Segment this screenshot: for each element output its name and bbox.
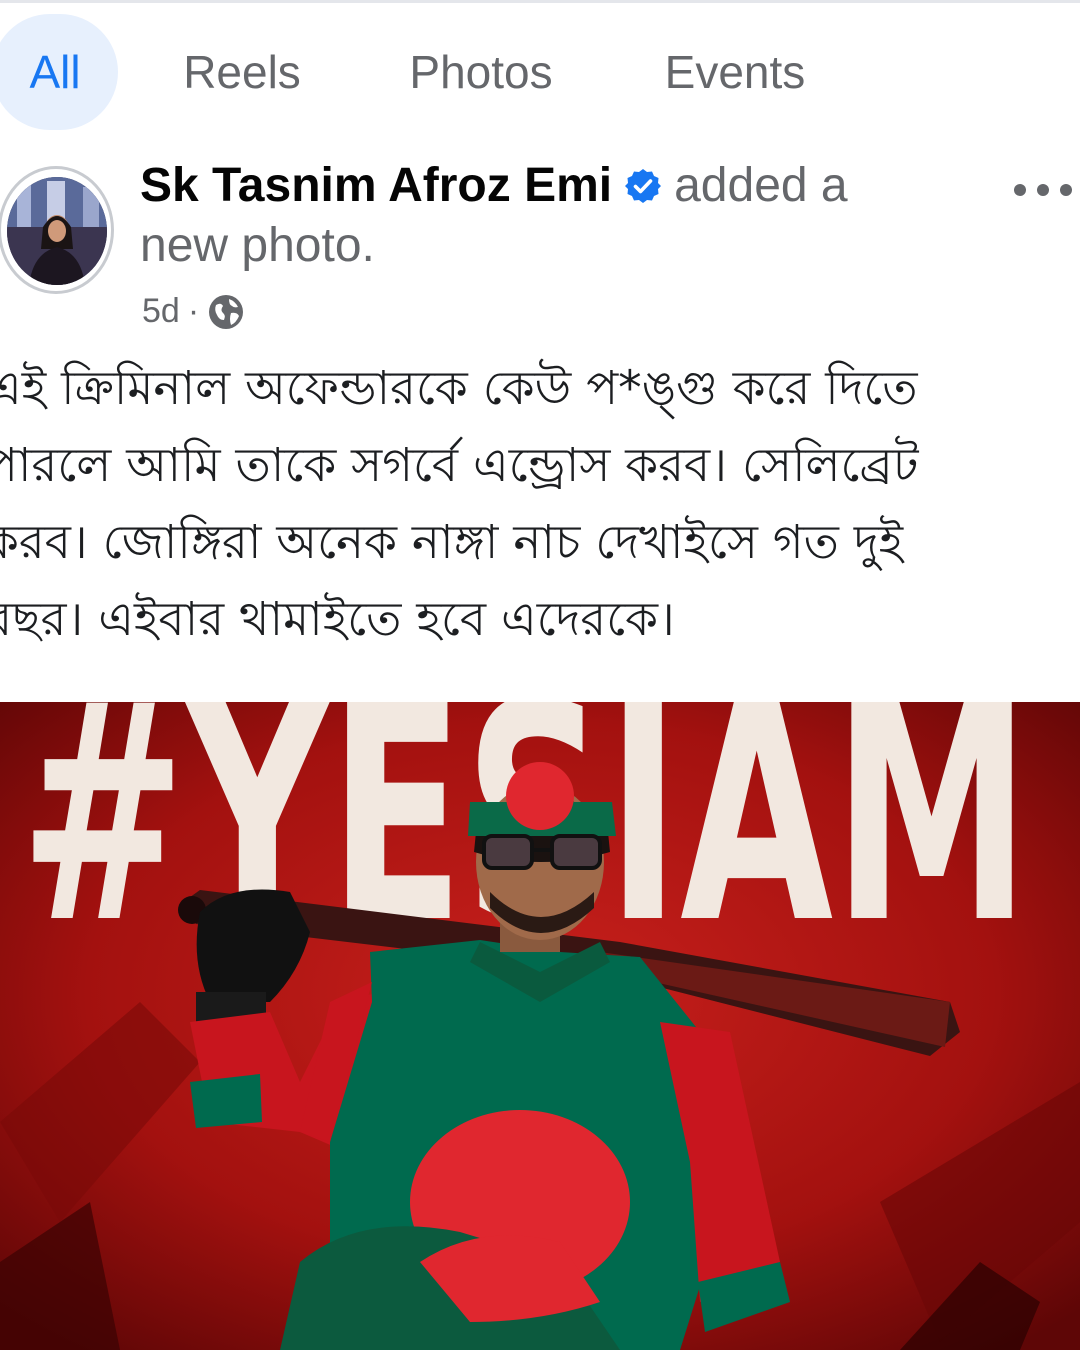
author-line: Sk Tasnim Afroz Emi added a new photo. (140, 156, 960, 276)
more-options-icon[interactable] (1010, 170, 1076, 210)
post-time[interactable]: 5d (142, 292, 180, 331)
tab-events[interactable]: Events (660, 14, 810, 130)
meta-separator: · (187, 292, 200, 330)
action-text-line2: new photo. (140, 219, 375, 272)
author-avatar[interactable] (0, 166, 114, 294)
top-divider (0, 0, 1080, 3)
tab-all[interactable]: All (0, 14, 118, 130)
tab-reels[interactable]: Reels (180, 14, 304, 130)
tab-photos[interactable]: Photos (400, 14, 562, 130)
avatar-photo (7, 177, 107, 285)
author-name[interactable]: Sk Tasnim Afroz Emi (140, 159, 612, 212)
filter-tabs: All Reels Photos Events (0, 14, 1080, 130)
post-caption: এই ক্রিমিনাল অফেন্ডারকে কেউ প*ঙ্গু করে দ… (0, 361, 919, 647)
post-header: Sk Tasnim Afroz Emi added a new photo. (140, 156, 960, 276)
globe-icon (207, 293, 245, 331)
post-meta: 5d · (142, 292, 245, 331)
verified-badge-icon (624, 160, 662, 203)
post-photo[interactable]: #YESIAM (0, 702, 1080, 1350)
action-text: added a (674, 159, 848, 212)
